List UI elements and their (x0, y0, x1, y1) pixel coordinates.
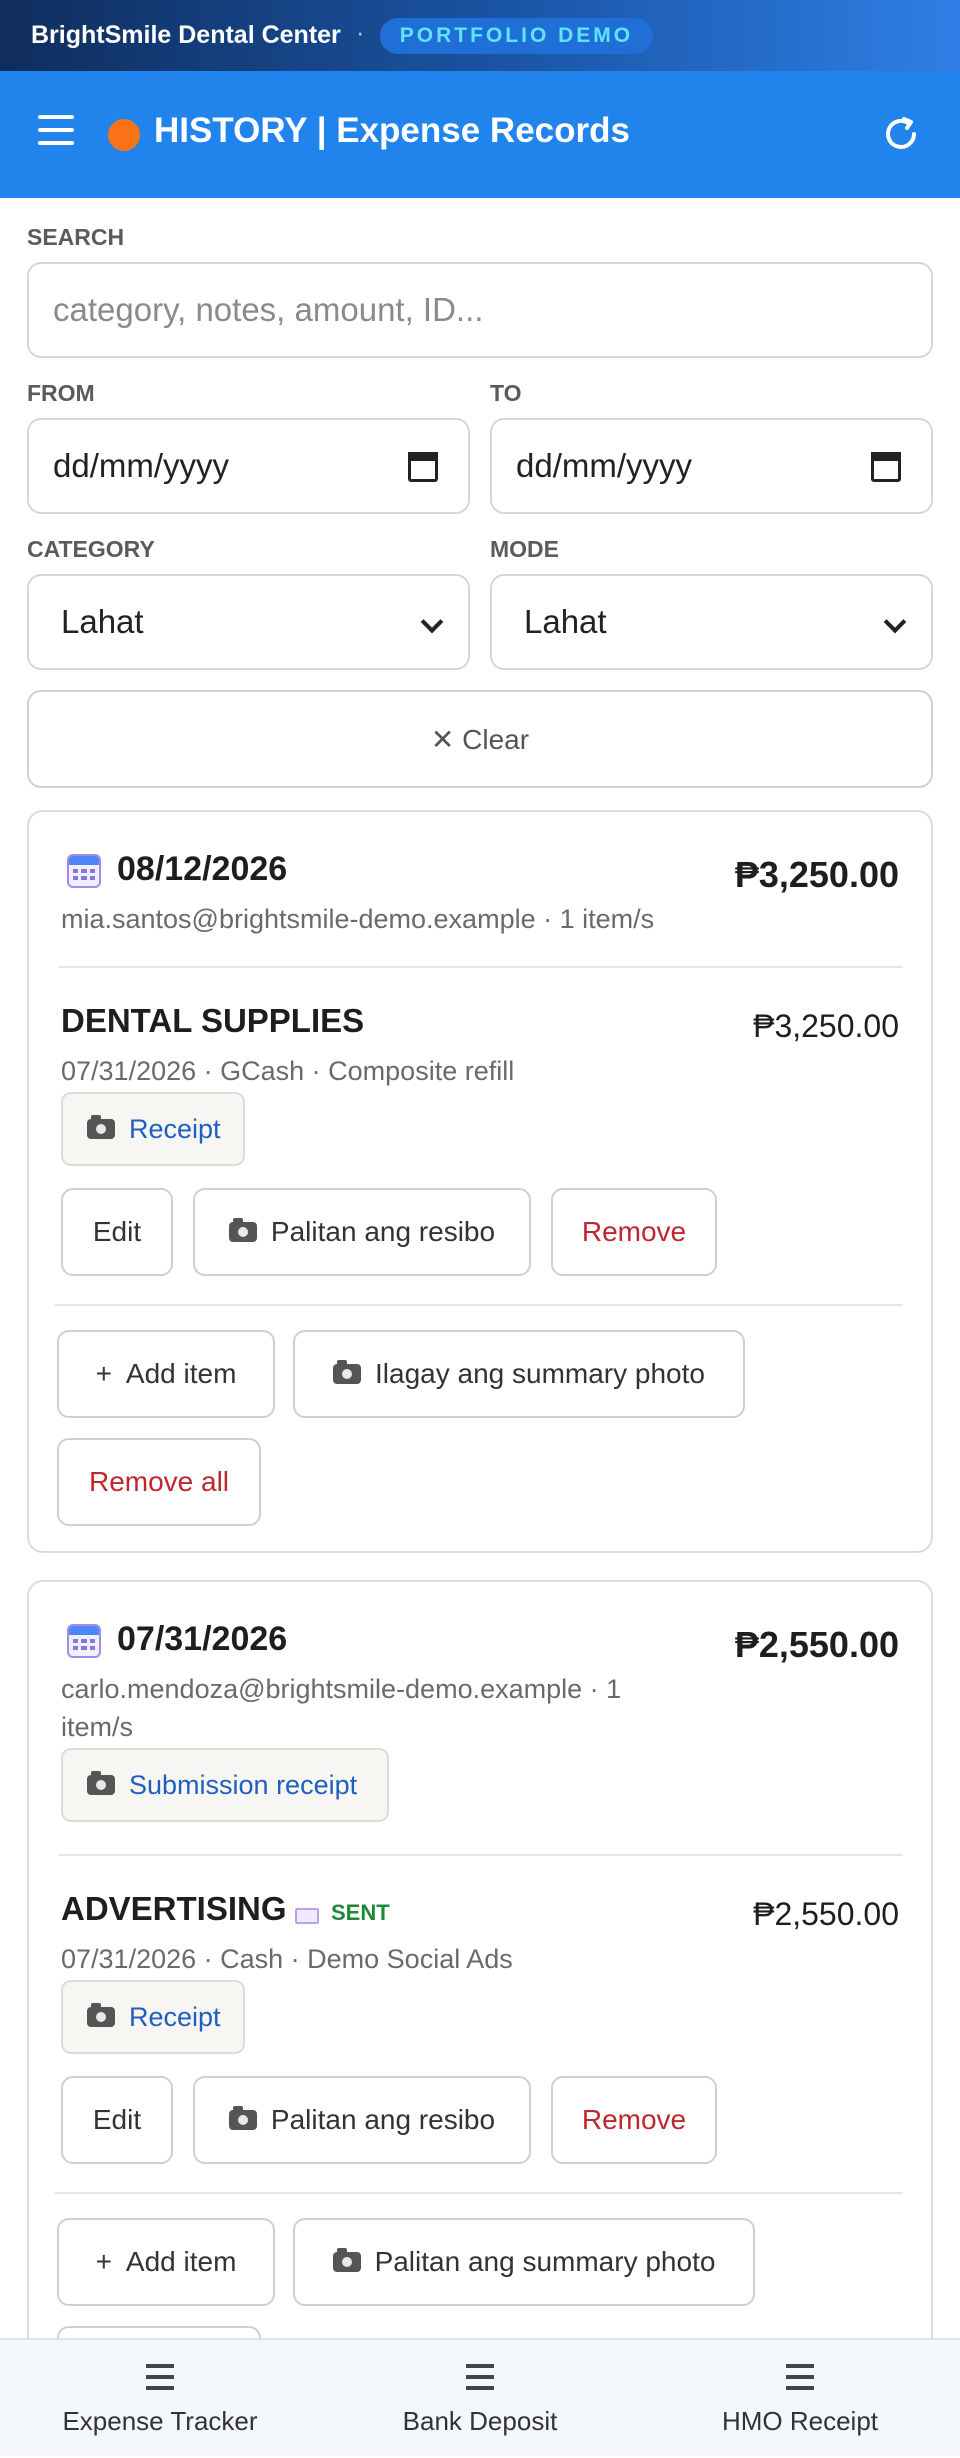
list-icon (466, 2364, 494, 2390)
refresh-icon[interactable] (880, 113, 922, 155)
mode-select[interactable]: Lahat (490, 574, 933, 670)
camera-icon (333, 1360, 362, 1384)
camera-icon (228, 1218, 257, 1242)
receipt-label: Receipt (129, 2001, 221, 2032)
receipt-button[interactable]: Receipt (61, 1980, 245, 2054)
add-item-button[interactable]: + Add item (57, 2218, 275, 2306)
summary-photo-label: Palitan ang summary photo (374, 2246, 716, 2277)
summary-photo-button[interactable]: Palitan ang summary photo (293, 2218, 755, 2306)
nav-label: Expense Tracker (62, 2406, 258, 2436)
divider (55, 1304, 903, 1306)
to-date-input[interactable]: dd/mm/yyyy (490, 418, 933, 514)
item-details: 07/31/2026 · GCash · Composite refill (61, 1056, 515, 1086)
list-icon (786, 2364, 814, 2390)
remove-item-button[interactable]: Remove (551, 2076, 717, 2164)
replace-receipt-label: Palitan ang resibo (270, 2104, 496, 2135)
add-item-label: Add item (125, 1358, 237, 1389)
category-select[interactable]: Lahat (27, 574, 470, 670)
camera-icon (87, 1115, 115, 1139)
search-input[interactable]: category, notes, amount, ID... (27, 262, 933, 358)
item-category: DENTAL SUPPLIES (61, 1002, 365, 1039)
from-date-input[interactable]: dd/mm/yyyy (27, 418, 470, 514)
replace-receipt-label: Palitan ang resibo (270, 1216, 496, 1247)
item-details: 07/31/2026 · Cash · Demo Social Ads (61, 1944, 513, 1974)
list-icon (146, 2364, 174, 2390)
category-label: CATEGORY (27, 536, 155, 562)
from-date-value: dd/mm/yyyy (53, 447, 230, 484)
submission-receipt-label: Submission receipt (129, 1769, 358, 1800)
divider (59, 1854, 903, 1856)
submission-receipt-button[interactable]: Submission receipt (61, 1748, 389, 1822)
camera-icon (87, 2003, 115, 2027)
brand-bar: BrightSmile Dental Center · PORTFOLIO DE… (0, 0, 960, 71)
summary-photo-button[interactable]: Ilagay ang summary photo (293, 1330, 745, 1418)
camera-icon (87, 1771, 115, 1795)
brand-name: BrightSmile Dental Center (31, 21, 341, 49)
replace-receipt-button[interactable]: Palitan ang resibo (193, 2076, 531, 2164)
divider (55, 2192, 903, 2194)
mode-select-value: Lahat (524, 603, 607, 640)
receipt-button[interactable]: Receipt (61, 1092, 245, 1166)
portfolio-demo-badge: PORTFOLIO DEMO (379, 17, 654, 54)
record-card: 07/31/2026 ₱2,550.00 carlo.mendoza@brigh… (27, 1580, 933, 2414)
category-select-value: Lahat (61, 603, 144, 640)
page-title: HISTORY | Expense Records (154, 111, 630, 150)
record-meta: mia.santos@brightsmile-demo.example · 1 … (61, 904, 655, 934)
nav-bank-deposit[interactable]: Bank Deposit (320, 2340, 640, 2458)
record-date: 08/12/2026 (117, 850, 288, 888)
camera-icon (332, 2248, 361, 2272)
remove-all-button[interactable]: Remove all (57, 1438, 261, 1526)
search-label: SEARCH (27, 224, 125, 250)
mode-label: MODE (490, 536, 559, 562)
divider (59, 966, 903, 968)
envelope-icon (295, 1908, 319, 1924)
record-meta-continued: item/s (61, 1712, 134, 1742)
to-date-value: dd/mm/yyyy (516, 447, 693, 484)
edit-button[interactable]: Edit (61, 2076, 173, 2164)
nav-expense-tracker[interactable]: Expense Tracker (0, 2340, 320, 2458)
plus-icon: + (95, 1358, 112, 1389)
record-total: ₱2,550.00 (734, 1624, 899, 1665)
bottom-nav: Expense Tracker Bank Deposit HMO Receipt (0, 2338, 960, 2456)
app-header: HISTORY | Expense Records (0, 71, 960, 198)
from-label: FROM (27, 380, 95, 406)
remove-item-button[interactable]: Remove (551, 1188, 717, 1276)
summary-photo-label: Ilagay ang summary photo (375, 1358, 705, 1389)
status-dot-icon (108, 119, 140, 151)
clear-filters-button[interactable]: ✕ Clear (27, 690, 933, 788)
record-meta: carlo.mendoza@brightsmile-demo.example ·… (61, 1674, 622, 1704)
brand-separator: · (356, 23, 364, 48)
status-badge: SENT (331, 1900, 390, 1925)
replace-receipt-button[interactable]: Palitan ang resibo (193, 1188, 531, 1276)
calendar-icon (67, 1624, 101, 1658)
receipt-label: Receipt (129, 1113, 221, 1144)
nav-label: Bank Deposit (402, 2406, 558, 2436)
edit-button[interactable]: Edit (61, 1188, 173, 1276)
plus-icon: + (95, 2246, 112, 2277)
add-item-button[interactable]: + Add item (57, 1330, 275, 1418)
to-label: TO (490, 380, 522, 406)
add-item-label: Add item (125, 2246, 237, 2277)
item-category: ADVERTISING (61, 1890, 287, 1927)
camera-icon (228, 2106, 257, 2130)
record-date: 07/31/2026 (117, 1620, 288, 1658)
chevron-down-icon (420, 610, 444, 634)
record-total: ₱3,250.00 (734, 854, 899, 895)
item-amount: ₱3,250.00 (753, 1008, 899, 1044)
calendar-icon[interactable] (871, 452, 901, 482)
calendar-icon (67, 854, 101, 888)
calendar-icon[interactable] (408, 452, 438, 482)
nav-label: HMO Receipt (721, 2406, 879, 2436)
hamburger-icon[interactable] (38, 115, 74, 149)
item-amount: ₱2,550.00 (753, 1896, 899, 1932)
nav-hmo-receipt[interactable]: HMO Receipt (640, 2340, 960, 2458)
record-card: 08/12/2026 ₱3,250.00 mia.santos@brightsm… (27, 810, 933, 1553)
chevron-down-icon (883, 610, 907, 634)
